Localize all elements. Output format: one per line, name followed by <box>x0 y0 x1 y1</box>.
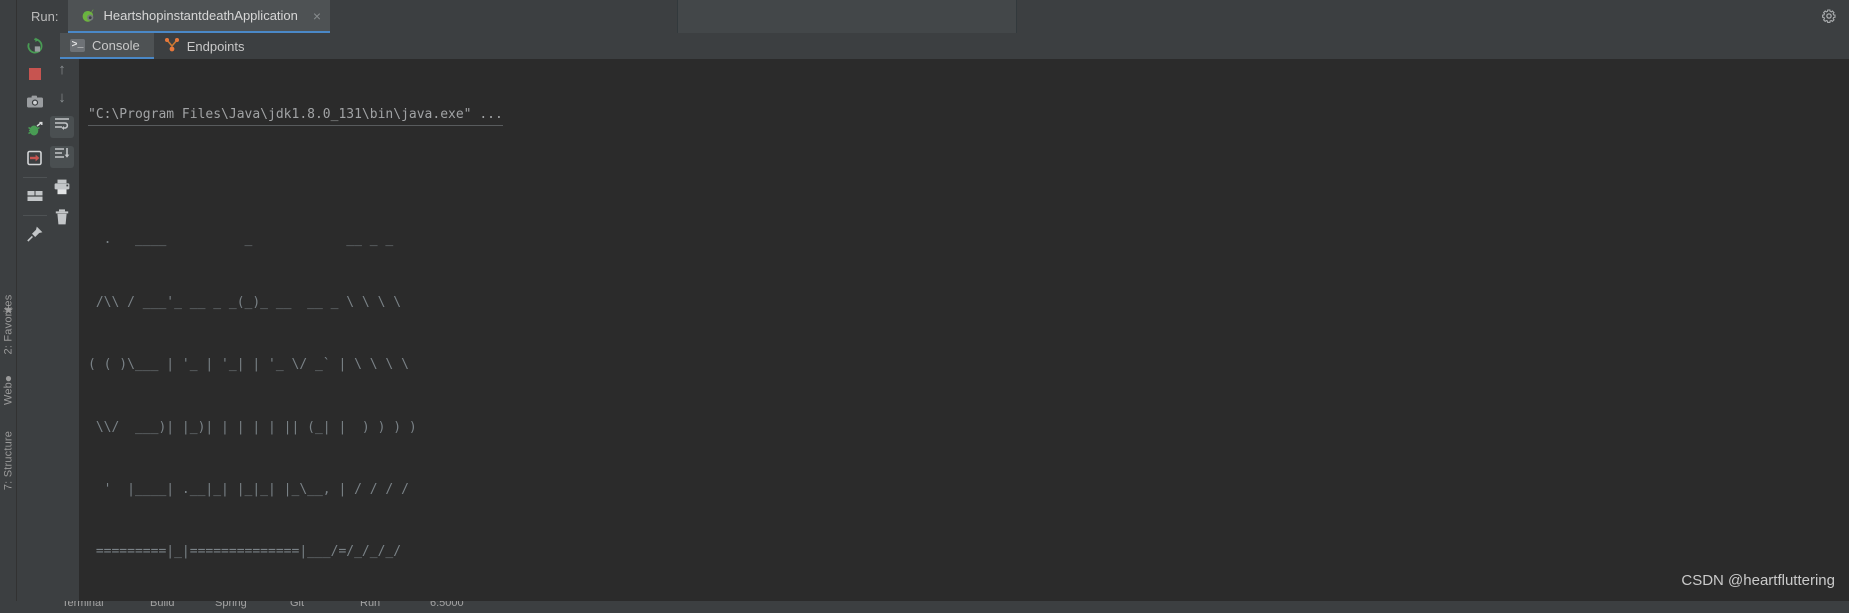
status-item-terminal[interactable]: Terminal <box>62 601 104 609</box>
rail-divider <box>23 177 47 178</box>
spring-banner-line: =========|_|==============|___/=/_/_/_/ <box>88 544 402 560</box>
run-tab-title: HeartshopinstantdeathApplication <box>103 8 298 23</box>
gear-icon[interactable] <box>1821 8 1837 24</box>
tab-console-label: Console <box>92 37 140 53</box>
status-item-position: 6:5000 <box>430 601 464 609</box>
spring-boot-icon <box>80 8 96 24</box>
tab-console[interactable]: >_ Console <box>60 33 154 59</box>
status-item-spring[interactable]: Spring <box>215 601 247 609</box>
console-tabs-bar: >_ Console Endpoints <box>53 33 1849 59</box>
idea-run-tool-window: ★ 2: Favorites ● Web 7: Structure Run: H… <box>0 0 1849 613</box>
left-tool-strip: ★ 2: Favorites ● Web 7: Structure <box>0 0 17 613</box>
exit-icon[interactable] <box>26 149 44 167</box>
run-label: Run: <box>31 9 59 24</box>
spring-banner-line: ( ( )\___ | '_ | '_| | '_ \/ _` | \ \ \ … <box>88 357 409 373</box>
bug-icon[interactable] <box>26 121 44 139</box>
run-configuration-tab[interactable]: HeartshopinstantdeathApplication × <box>68 0 331 33</box>
status-bar: Terminal Build Spring Git Run 6:5000 <box>0 601 1849 613</box>
status-item-build[interactable]: Build <box>150 601 174 609</box>
java-command-line: "C:\Program Files\Java\jdk1.8.0_131\bin\… <box>88 105 503 127</box>
arrow-up-icon[interactable]: ↑ <box>52 60 72 80</box>
run-window-header: Run: HeartshopinstantdeathApplication × <box>17 0 1849 33</box>
spring-banner-line: \\/ ___)| |_)| | | | | || (_| | ) ) ) ) <box>88 419 417 435</box>
status-item-git[interactable]: Git <box>290 601 304 609</box>
rerun-button[interactable] <box>26 37 44 55</box>
spring-banner-line: ' |____| .__|_| |_|_| |_\__, | / / / / <box>88 481 409 497</box>
stop-button[interactable] <box>26 65 44 83</box>
watermark: CSDN @heartfluttering <box>1681 572 1835 589</box>
soft-wrap-icon[interactable] <box>50 116 74 138</box>
console-actions-rail: ↑ ↓ <box>46 58 78 508</box>
arrow-down-icon[interactable]: ↓ <box>52 88 72 108</box>
endpoints-icon <box>164 37 180 55</box>
spring-banner-line: . ____ _ __ _ _ <box>88 232 394 248</box>
status-item-run[interactable]: Run <box>360 601 380 609</box>
camera-icon[interactable] <box>26 93 44 111</box>
layout-icon[interactable] <box>26 187 44 205</box>
header-divider-strip <box>677 0 1017 33</box>
tab-endpoints[interactable]: Endpoints <box>154 33 259 59</box>
close-icon[interactable]: × <box>313 9 321 23</box>
tab-endpoints-label: Endpoints <box>186 38 245 54</box>
rail-divider-2 <box>23 215 47 216</box>
console-output[interactable]: "C:\Program Files\Java\jdk1.8.0_131\bin\… <box>79 59 1849 603</box>
scroll-end-icon[interactable] <box>50 146 74 168</box>
pin-icon[interactable] <box>26 225 44 243</box>
trash-icon[interactable] <box>52 208 72 228</box>
spring-banner-line: /\\ / ___'_ __ _ _(_)_ __ __ _ \ \ \ \ <box>88 294 402 310</box>
printer-icon[interactable] <box>52 178 72 198</box>
console-icon: >_ <box>70 38 85 52</box>
